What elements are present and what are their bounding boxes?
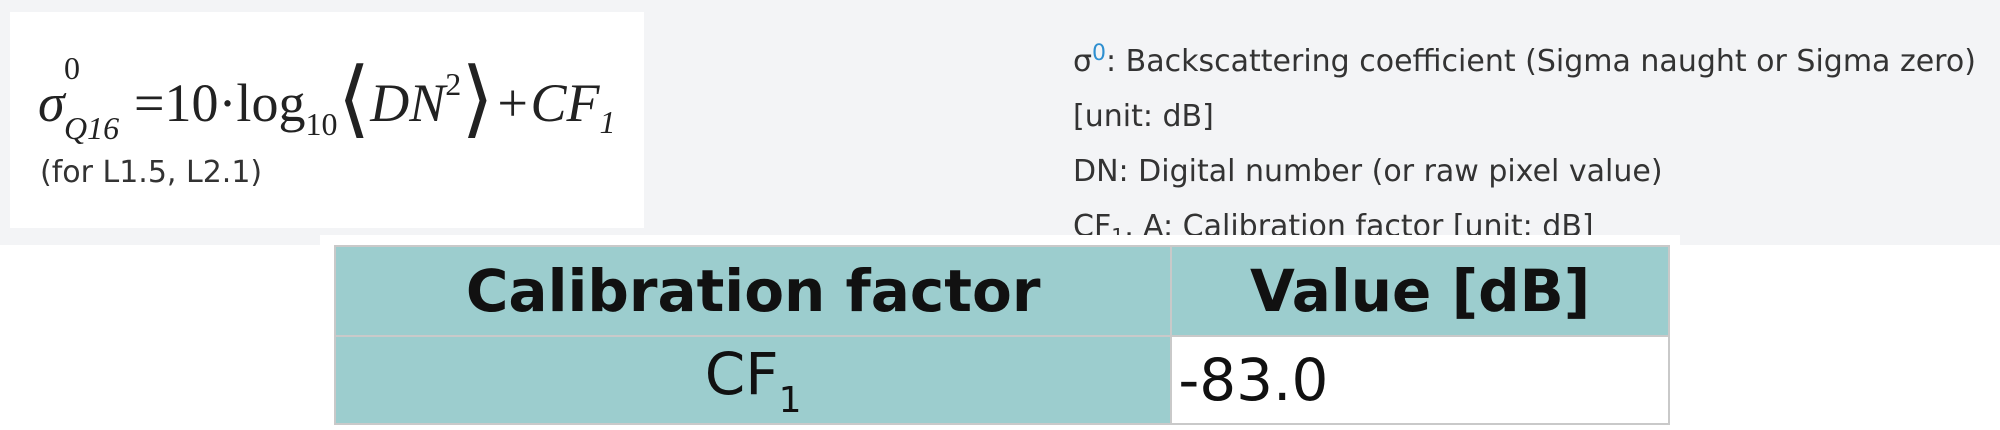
- legend-line-dn: DN: Digital number (or raw pixel value): [1073, 154, 1663, 189]
- table-header-row: Calibration factor Value [dB]: [333, 245, 1670, 337]
- cf-term: +CF: [494, 73, 600, 133]
- calibration-table-container: Calibration factor Value [dB] CF1 -83.0: [320, 235, 1680, 425]
- legend-sigma-symbol: σ: [1073, 44, 1093, 79]
- dn-exponent: 2: [445, 66, 462, 102]
- legend-line-sigma: σ0: Backscattering coefficient (Sigma na…: [1073, 26, 1976, 89]
- formula-panel: σ 0 Q16 =10·log10⟨DN2⟩+CF1 (for L1.5, L2.1): [10, 12, 644, 228]
- sigma-superscript: 0: [64, 50, 80, 86]
- formula-note: (for L1.5, L2.1): [40, 155, 263, 190]
- table-row: CF1 -83.0: [333, 335, 1670, 425]
- factor-cell: CF1: [333, 335, 1173, 425]
- sigma-subscript: Q16: [64, 110, 120, 146]
- dn-term: DN: [370, 73, 446, 133]
- header-value-db: Value [dB]: [1170, 245, 1670, 337]
- cf-subscript: 1: [599, 104, 616, 140]
- symbol-legend: σ0: Backscattering coefficient (Sigma na…: [1073, 26, 1976, 264]
- header-calibration-factor: Calibration factor: [333, 245, 1173, 337]
- legend-sigma-text: : Backscattering coefficient (Sigma naug…: [1106, 44, 1976, 79]
- factor-name: CF: [704, 339, 779, 408]
- legend-line-unit: [unit: dB]: [1073, 99, 1214, 134]
- legend-sigma-superscript: 0: [1092, 41, 1107, 66]
- sigma-symbol: σ: [38, 73, 65, 133]
- open-angle-bracket: ⟨: [337, 53, 371, 146]
- equals-log-text: =10·log: [134, 73, 306, 133]
- calibration-formula: σ 0 Q16 =10·log10⟨DN2⟩+CF1: [38, 52, 615, 144]
- close-angle-bracket: ⟩: [461, 53, 495, 146]
- sigma-term: σ 0 Q16: [38, 52, 119, 144]
- log-base: 10: [305, 106, 338, 142]
- factor-subscript: 1: [778, 379, 802, 421]
- value-cell: -83.0: [1170, 335, 1670, 425]
- calibration-table: Calibration factor Value [dB] CF1 -83.0: [333, 245, 1670, 425]
